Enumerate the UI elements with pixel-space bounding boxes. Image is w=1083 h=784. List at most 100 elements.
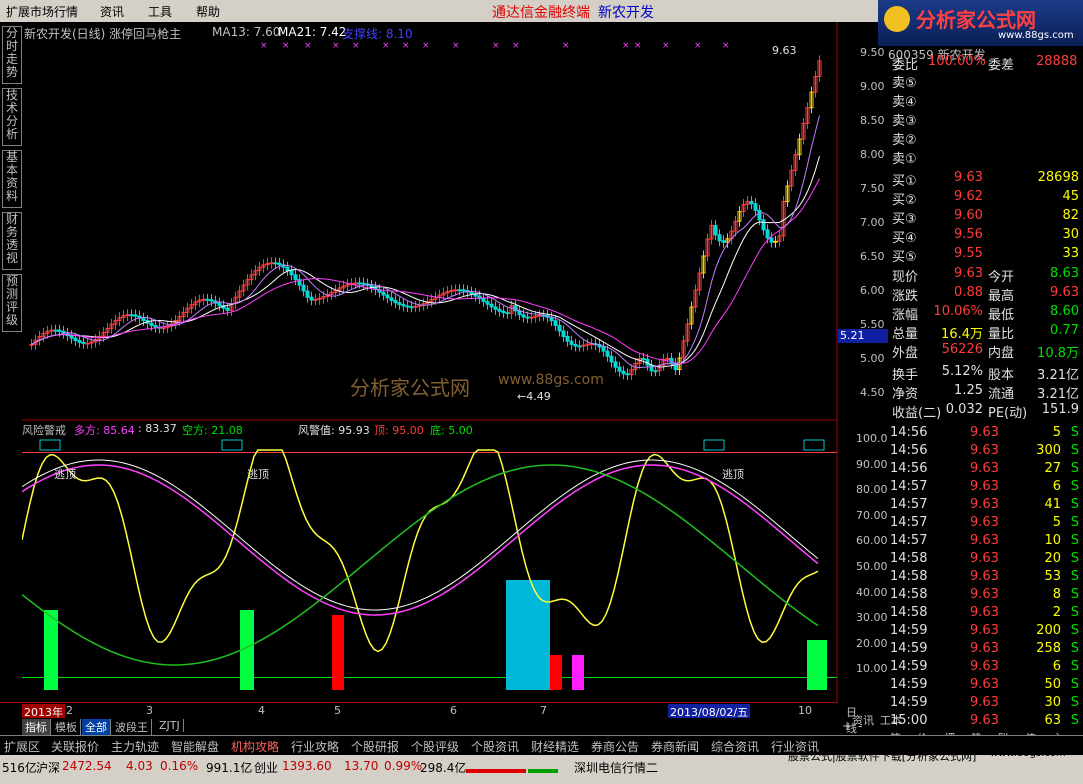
candle-body [273,262,278,265]
nav-tab[interactable]: 个股评级 [411,738,459,755]
indicator-tick: 60.00 [856,534,888,548]
indicator-tick: 20.00 [856,636,888,650]
candle-body [461,289,466,292]
server-name[interactable]: 深圳电信行情二 [574,759,658,776]
low-price-label: ←4.49 [517,390,551,403]
candle-body [77,340,82,343]
nav-tab[interactable]: 个股资讯 [471,738,519,755]
buy-price: 9.56 [954,227,983,242]
candle-body [669,357,674,364]
tick-price: 9.63 [970,641,999,656]
date-label-apr: 4 [258,704,265,717]
tick-row: 14:57 9.63 10 S [888,533,1083,551]
quote-value: 0.88 [954,285,983,300]
buy-row[interactable]: 买① 9.63 28698 [888,170,1083,189]
panel-bottom-tab[interactable]: 工本 [880,712,902,728]
buy-row[interactable]: 买④ 9.56 30 [888,227,1083,246]
tab-template[interactable]: 模板 [52,719,81,735]
candle-body [81,341,86,344]
menu-tools[interactable]: 工具 [148,3,172,20]
signal-marker: × [402,41,410,51]
tick-time: 14:59 [890,641,928,656]
indicator-tick: 70.00 [856,508,888,522]
chart-area[interactable]: × × × × × × × × × × × × × × × × × 新农开发(日线) 涨停回马枪主 MA13: … [22,22,838,702]
tick-side: S [1070,605,1079,620]
nav-tab[interactable]: 扩展区 [4,738,40,755]
indicator-bar [572,655,584,690]
quote-value: 0.77 [1050,323,1079,338]
tick-price: 9.63 [970,677,999,692]
tick-volume: 8 [1052,587,1061,602]
signal-marker: × [492,41,500,51]
quote-label: 外盘 [892,346,919,361]
tick-volume: 53 [1044,569,1061,584]
signal-marker: × [512,41,520,51]
tick-side: S [1070,659,1079,674]
nav-tab[interactable]: 关联报价 [51,738,99,755]
menu-news[interactable]: 资讯 [100,3,124,20]
tab-zjtj[interactable]: ZJTJ [156,719,184,732]
candle-body [305,290,310,298]
tick-row: 14:56 9.63 300 S [888,443,1083,461]
tick-price: 9.63 [970,551,999,566]
tab-all[interactable]: 全部 [82,719,111,735]
signal-marker: × [260,41,268,51]
nav-tab[interactable]: 券商公告 [591,738,639,755]
tick-side: S [1070,587,1079,602]
nav-tab[interactable]: 机构攻略 [231,738,279,755]
menu-help[interactable]: 帮助 [196,3,220,20]
buy-row[interactable]: 买② 9.62 45 [888,189,1083,208]
nav-tab[interactable]: 智能解盘 [171,738,219,755]
logo-text: 分析家公式网 [916,8,1036,32]
nav-tab[interactable]: 主力轨迹 [111,738,159,755]
sell-row: 卖② [888,129,1083,148]
side-tab-finance[interactable]: 财务透视 [2,212,22,270]
candle-body [381,291,386,296]
nav-tab[interactable]: 财经精选 [531,738,579,755]
candle-body [605,350,610,357]
buy-price: 9.63 [954,170,983,185]
candle-body [453,289,458,292]
ad-text[interactable]: 股票公式|股票软件下载[分析家公式网] [788,748,976,764]
buy-row[interactable]: 买③ 9.60 82 [888,208,1083,227]
tab-indicator[interactable]: 指标 [22,719,51,735]
candle-body [313,298,318,301]
menu-extended-market[interactable]: 扩展市场行情 [6,3,78,20]
weibi-label: 委比 [892,58,919,73]
quote-row: 外盘 56226 内盘 10.8万 [888,342,1083,361]
side-tab-technical[interactable]: 技术分析 [2,88,22,146]
candle-body [141,317,146,322]
buy-label: 买① [892,174,917,189]
side-tab-intraday[interactable]: 分时走势 [2,26,22,84]
candle-body [401,304,406,307]
side-tab-basic-info[interactable]: 基本资料 [2,150,22,208]
price-tick: 9.50 [860,46,885,59]
tick-time: 14:59 [890,677,928,692]
zoom-in-button[interactable]: + [842,719,852,733]
buy-price: 9.55 [954,246,983,261]
tab-wave-king[interactable]: 波段王 [112,719,152,735]
current-price-tag: 5.21 [838,329,888,343]
chart-canvas[interactable]: × × × × × × × × × × × × × × × × × [22,22,838,702]
quote-value: 56226 [941,342,983,357]
nav-tab[interactable]: 综合资讯 [711,738,759,755]
nav-tab[interactable]: 个股研报 [351,738,399,755]
buy-row[interactable]: 买⑤ 9.55 33 [888,246,1083,265]
candle-body [497,308,502,312]
tick-price: 9.63 [970,443,999,458]
tick-price: 9.63 [970,515,999,530]
sell-label: 卖⑤ [892,76,917,91]
fundamental-value: 3.21亿 [1037,387,1079,402]
nav-tab[interactable]: 行业攻略 [291,738,339,755]
ad-url[interactable]: www.88gs.com [990,748,1066,759]
signal-marker: × [562,41,570,51]
indicator-bar [332,615,344,690]
zoom-out-button[interactable]: - [858,719,862,733]
status-amount-1: 516亿 [2,761,37,775]
fundamental-value: 3.21亿 [1037,368,1079,383]
status-sh-value: 2472.54 [62,759,112,773]
candle-body [577,345,582,348]
nav-tab[interactable]: 券商新闻 [651,738,699,755]
side-tab-forecast[interactable]: 预测评级 [2,274,22,332]
warn-value-label: 风警值: 95.93 [298,424,370,437]
